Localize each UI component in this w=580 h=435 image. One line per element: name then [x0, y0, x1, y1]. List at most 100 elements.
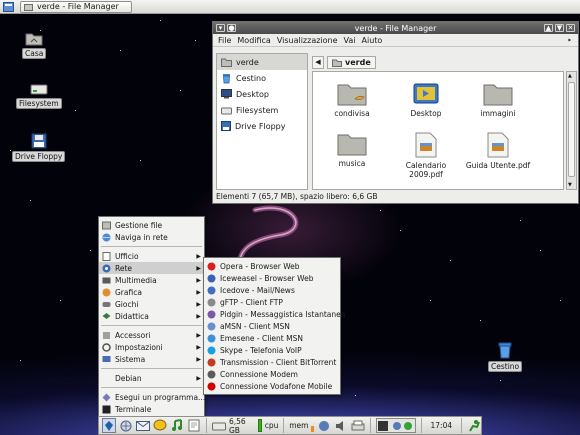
- sidebar-item-drive-floppy[interactable]: Drive Floppy: [217, 118, 307, 134]
- menu-modifica[interactable]: Modifica: [237, 36, 270, 45]
- file-item-condivisa[interactable]: condivisa: [317, 82, 387, 118]
- mem-label: mem: [289, 421, 309, 430]
- main-menu-item[interactable]: Gestione file: [99, 219, 204, 231]
- desktop-icon-label: Cestino: [488, 361, 523, 372]
- main-menu-item[interactable]: Impostazioni ▶: [99, 341, 204, 353]
- chat-icon[interactable]: [153, 418, 167, 433]
- rete-menu-item[interactable]: Pidgin - Messaggistica Istantanea: [204, 308, 345, 320]
- volume-icon[interactable]: [334, 418, 348, 433]
- drive-icon: [221, 107, 232, 114]
- home-folder-icon: [332, 59, 342, 67]
- scroll-up-arrow-icon[interactable]: ▲: [568, 73, 572, 79]
- rete-menu-item[interactable]: Connessione Vodafone Mobile: [204, 380, 340, 392]
- taskbar-item-file-manager[interactable]: verde - File Manager: [20, 0, 132, 13]
- detach-menu-icon[interactable]: ‣: [567, 36, 572, 45]
- vertical-scrollbar[interactable]: ▲ ▼: [566, 71, 577, 190]
- menu-separator: [101, 246, 202, 247]
- file-item-calendario[interactable]: Calendario 2009.pdf: [391, 132, 461, 179]
- main-menu-item[interactable]: Rete ▶: [99, 262, 204, 274]
- main-menu-item-label: Didattica: [115, 311, 149, 321]
- sidebar-item-desktop[interactable]: Desktop: [217, 86, 307, 102]
- rete-menu-item[interactable]: Skype - Telefonia VoIP: [204, 344, 340, 356]
- app-icon: [207, 346, 216, 355]
- rete-menu-item[interactable]: Opera - Browser Web: [204, 260, 340, 272]
- rete-menu-item[interactable]: Transmission - Client BitTorrent: [204, 356, 340, 368]
- app-icon: [207, 262, 216, 271]
- editor-icon[interactable]: [187, 418, 201, 433]
- path-crumb-label: verde: [345, 57, 371, 67]
- file-item-guida-utente[interactable]: Guida Utente.pdf: [463, 132, 533, 170]
- rete-menu-item[interactable]: Icedove - Mail/News: [204, 284, 340, 296]
- file-item-musica[interactable]: musica: [317, 132, 387, 168]
- window-titlebar[interactable]: ▾ ● verde - File Manager ▲ ▼ ✕: [213, 22, 578, 34]
- app-icon: [207, 334, 216, 343]
- scroll-down-arrow-icon[interactable]: ▼: [568, 182, 572, 188]
- main-menu-item[interactable]: Terminale: [99, 403, 204, 415]
- status-bar: Elementi 7 (65,7 MB), spazio libero: 6,6…: [216, 192, 378, 201]
- menu-vai[interactable]: Vai: [344, 36, 356, 45]
- file-item-immagini[interactable]: immagini: [463, 82, 533, 118]
- rete-menu-item[interactable]: Emesene - Client MSN: [204, 332, 340, 344]
- power-icon[interactable]: [467, 418, 481, 433]
- menu-file[interactable]: File: [218, 36, 231, 45]
- app-icon: [207, 370, 216, 379]
- rete-menu-item[interactable]: gFTP - Client FTP: [204, 296, 340, 308]
- submenu-arrow-icon: ▶: [196, 355, 201, 363]
- main-menu-item-label: Terminale: [115, 404, 152, 414]
- menu-visualizzazione[interactable]: Visualizzazione: [277, 36, 338, 45]
- sidebar-item-verde[interactable]: verde: [217, 54, 307, 70]
- maximize-icon[interactable]: ▲: [544, 24, 553, 32]
- main-menu-item[interactable]: Sistema ▶: [99, 353, 204, 365]
- terminal-icon: [102, 405, 111, 414]
- main-menu-item[interactable]: Esegui un programma...: [99, 391, 205, 403]
- graphics-icon: [102, 288, 111, 297]
- file-item-label: condivisa: [334, 109, 370, 118]
- path-back-arrow-icon[interactable]: ◀: [312, 55, 324, 69]
- path-bar: ◀ verde: [312, 55, 376, 69]
- network-icon[interactable]: [317, 418, 331, 433]
- sidebar-item-filesystem[interactable]: Filesystem: [217, 102, 307, 118]
- rete-menu-item[interactable]: Iceweasel - Browser Web: [204, 272, 340, 284]
- sidebar-item-cestino[interactable]: Cestino: [217, 70, 307, 86]
- main-menu-item[interactable]: Naviga in rete: [99, 231, 204, 243]
- education-icon: [102, 312, 111, 321]
- app-icon: [207, 310, 216, 319]
- taskbar-item-label: verde - File Manager: [37, 2, 119, 11]
- rete-menu-item[interactable]: aMSN - Client MSN: [204, 320, 340, 332]
- main-menu-item[interactable]: Giochi ▶: [99, 298, 204, 310]
- app-menu-icon[interactable]: [2, 1, 14, 12]
- menu-aiuto[interactable]: Aiuto: [362, 36, 383, 45]
- desktop-icon-casa[interactable]: Casa: [22, 30, 47, 59]
- window-title: verde - File Manager: [354, 23, 437, 33]
- main-menu-item[interactable]: Ufficio ▶: [99, 250, 204, 262]
- folder-icon: [337, 134, 367, 156]
- printer-icon[interactable]: [351, 418, 365, 433]
- multimedia-icon: [102, 276, 111, 285]
- main-menu-item[interactable]: Accessori ▶: [99, 329, 204, 341]
- mail-icon[interactable]: [136, 418, 151, 433]
- settings-icon: [102, 342, 111, 352]
- desktop-icon-drive-floppy[interactable]: Drive Floppy: [12, 133, 66, 162]
- menu-logo-icon: [105, 420, 114, 431]
- main-menu-item[interactable]: Grafica ▶: [99, 286, 204, 298]
- app-icon: [207, 322, 216, 331]
- close-icon[interactable]: ✕: [566, 24, 575, 32]
- workspace-pager[interactable]: [375, 418, 416, 433]
- system-icon: [102, 355, 111, 364]
- main-menu-item[interactable]: Didattica ▶: [99, 310, 204, 322]
- scrollbar-thumb[interactable]: [568, 82, 575, 177]
- main-menu-item[interactable]: Debian ▶: [99, 372, 204, 384]
- desktop-icon-filesystem[interactable]: Filesystem: [16, 82, 62, 109]
- main-menu-item-label: Rete: [115, 263, 133, 273]
- app-icon: [207, 358, 216, 367]
- show-desktop-icon[interactable]: [119, 418, 133, 433]
- music-icon[interactable]: [170, 418, 184, 433]
- desktop-icon-cestino[interactable]: Cestino: [488, 342, 523, 372]
- rete-menu-item[interactable]: Connessione Modem: [204, 368, 340, 380]
- start-menu-button[interactable]: [102, 418, 117, 433]
- path-crumb-verde[interactable]: verde: [327, 55, 376, 69]
- file-item-label: musica: [338, 159, 366, 168]
- file-item-desktop[interactable]: Desktop: [391, 82, 461, 118]
- minimize-icon[interactable]: ▼: [555, 24, 564, 32]
- main-menu-item[interactable]: Multimedia ▶: [99, 274, 204, 286]
